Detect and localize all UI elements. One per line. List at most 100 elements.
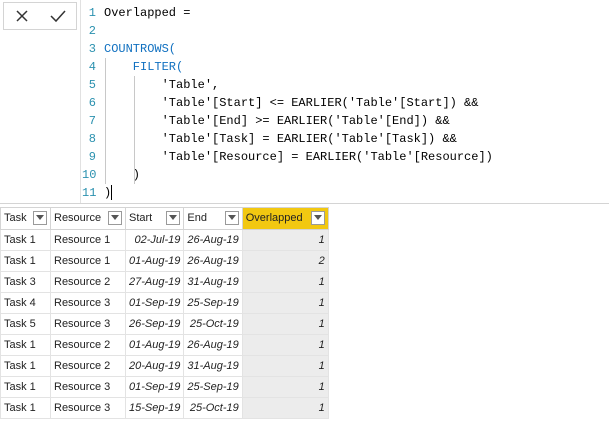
table-row[interactable]: Task 1 Resource 2 20-Aug-19 31-Aug-19 1	[0, 355, 329, 377]
table-row[interactable]: Task 1 Resource 1 01-Aug-19 26-Aug-19 2	[0, 250, 329, 272]
filter-dropdown-button[interactable]	[108, 211, 122, 225]
cell-start: 01-Sep-19	[124, 292, 185, 314]
code-line: Overlapped =	[104, 6, 191, 20]
filter-dropdown-button[interactable]	[310, 211, 325, 225]
column-header-start[interactable]: Start	[124, 207, 185, 230]
cell-resource: Resource 3	[50, 397, 126, 419]
cell-task: Task 1	[0, 250, 51, 272]
cell-task: Task 5	[0, 313, 51, 335]
cell-overlapped: 1	[241, 376, 329, 398]
indent-guide	[134, 76, 135, 184]
header-row: Task Resource Start End Overlapped	[0, 207, 329, 230]
formula-divider	[80, 0, 81, 203]
formula-bar: 1 Overlapped = 2 3 COUNTROWS( 4 FILTER( 5 …	[0, 0, 609, 204]
table-row[interactable]: Task 5 Resource 3 26-Sep-19 25-Oct-19 1	[0, 313, 329, 335]
data-table: Task Resource Start End Overlapped Task …	[0, 207, 329, 419]
cell-start: 01-Sep-19	[124, 376, 185, 398]
cell-end: 25-Oct-19	[183, 313, 243, 335]
column-header-task[interactable]: Task	[0, 207, 51, 230]
header-label: Overlapped	[245, 212, 303, 225]
line-number: 3	[88, 42, 96, 56]
cell-resource: Resource 1	[50, 229, 126, 251]
cell-resource: Resource 2	[50, 271, 126, 293]
column-header-end[interactable]: End	[183, 207, 243, 230]
column-header-overlapped[interactable]: Overlapped	[241, 207, 329, 230]
cell-overlapped: 1	[241, 271, 329, 293]
table-row[interactable]: Task 1 Resource 1 02-Jul-19 26-Aug-19 1	[0, 229, 329, 251]
cell-resource: Resource 3	[50, 292, 126, 314]
filter-dropdown-button[interactable]	[166, 211, 181, 225]
cell-end: 26-Aug-19	[183, 229, 243, 251]
cell-start: 27-Aug-19	[124, 271, 185, 293]
cell-overlapped: 1	[241, 313, 329, 335]
close-icon	[16, 10, 28, 22]
code-line: 'Table'[Start] <= EARLIER('Table'[Start]…	[104, 96, 479, 110]
header-label: Resource	[54, 212, 102, 225]
cell-overlapped: 2	[241, 250, 329, 272]
cell-overlapped: 1	[241, 355, 329, 377]
cell-end: 25-Oct-19	[183, 397, 243, 419]
table-row[interactable]: Task 1 Resource 3 15-Sep-19 25-Oct-19 1	[0, 397, 329, 419]
header-label: Task	[4, 212, 27, 225]
code-line: 'Table'[End] >= EARLIER('Table'[End]) &&	[104, 114, 450, 128]
cell-end: 31-Aug-19	[183, 355, 243, 377]
line-number: 7	[88, 114, 96, 128]
header-label: Start	[129, 212, 153, 225]
cell-end: 25-Sep-19	[183, 292, 243, 314]
cell-end: 31-Aug-19	[183, 271, 243, 293]
cancel-button[interactable]	[4, 3, 40, 29]
cell-task: Task 1	[0, 397, 51, 419]
chevron-down-icon	[36, 215, 44, 220]
text-cursor	[111, 185, 112, 200]
cell-end: 26-Aug-19	[183, 250, 243, 272]
cell-start: 01-Aug-19	[124, 334, 185, 356]
cell-task: Task 1	[0, 229, 51, 251]
commit-button[interactable]	[40, 3, 76, 29]
line-number: 4	[88, 60, 96, 74]
cell-end: 25-Sep-19	[183, 376, 243, 398]
filter-dropdown-button[interactable]	[224, 211, 239, 225]
cell-overlapped: 1	[241, 229, 329, 251]
code-line: 'Table',	[104, 78, 220, 92]
line-number: 2	[88, 24, 96, 38]
line-number: 9	[88, 150, 96, 164]
chevron-down-icon	[227, 215, 236, 220]
line-number: 10	[82, 168, 97, 182]
cell-resource: Resource 3	[50, 313, 126, 335]
cell-start: 20-Aug-19	[124, 355, 185, 377]
cell-task: Task 1	[0, 334, 51, 356]
cell-start: 02-Jul-19	[124, 229, 185, 251]
column-header-resource[interactable]: Resource	[50, 207, 126, 230]
cell-end: 26-Aug-19	[183, 334, 243, 356]
chevron-down-icon	[313, 215, 322, 220]
header-label: End	[187, 212, 207, 225]
cell-resource: Resource 2	[50, 355, 126, 377]
line-number: 6	[88, 96, 96, 110]
cell-overlapped: 1	[241, 292, 329, 314]
table-row[interactable]: Task 1 Resource 2 01-Aug-19 26-Aug-19 1	[0, 334, 329, 356]
filter-dropdown-button[interactable]	[33, 211, 47, 225]
cell-resource: Resource 2	[50, 334, 126, 356]
line-number: 1	[88, 6, 96, 20]
indent-guide	[105, 58, 106, 184]
formula-editor[interactable]: 1 Overlapped = 2 3 COUNTROWS( 4 FILTER( 5 …	[82, 2, 602, 200]
cell-task: Task 1	[0, 376, 51, 398]
cell-overlapped: 1	[241, 334, 329, 356]
table-row[interactable]: Task 3 Resource 2 27-Aug-19 31-Aug-19 1	[0, 271, 329, 293]
code-line: COUNTROWS(	[104, 42, 177, 56]
cell-start: 01-Aug-19	[124, 250, 185, 272]
line-number: 5	[88, 78, 96, 92]
chevron-down-icon	[169, 215, 178, 220]
formula-buttons	[3, 2, 77, 30]
table-row[interactable]: Task 1 Resource 3 01-Sep-19 25-Sep-19 1	[0, 376, 329, 398]
cell-start: 15-Sep-19	[124, 397, 185, 419]
check-icon	[50, 10, 66, 23]
cell-task: Task 3	[0, 271, 51, 293]
line-number: 8	[88, 132, 96, 146]
cell-resource: Resource 3	[50, 376, 126, 398]
code-line: 'Table'[Resource] = EARLIER('Table'[Reso…	[104, 150, 493, 164]
table-row[interactable]: Task 4 Resource 3 01-Sep-19 25-Sep-19 1	[0, 292, 329, 314]
cell-task: Task 4	[0, 292, 51, 314]
cell-resource: Resource 1	[50, 250, 126, 272]
line-number: 11	[82, 186, 97, 200]
